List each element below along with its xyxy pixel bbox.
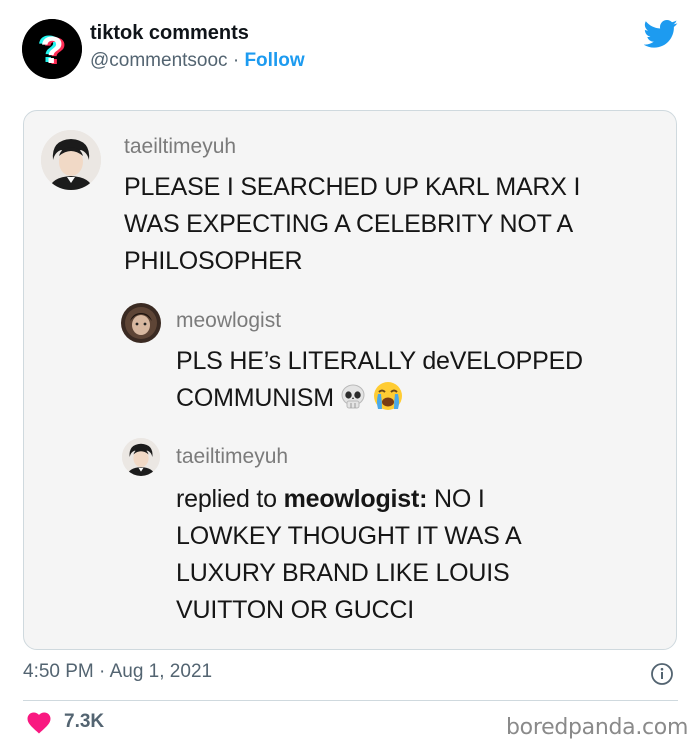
commenter-avatar (41, 130, 101, 190)
comment-line: WAS EXPECTING A CELEBRITY NOT A (124, 210, 574, 238)
tweet-timestamp[interactable]: 4:50 PM · Aug 1, 2021 (23, 661, 212, 683)
comment-line: NO I (434, 485, 485, 513)
tiktok-comments-image[interactable]: taeiltimeyuh PLEASE I SEARCHED UP KARL M… (23, 110, 677, 650)
comment-username: taeiltimeyuh (124, 135, 237, 158)
skull-emoji-icon (338, 382, 368, 423)
footer-divider (23, 700, 678, 701)
svg-text:?: ? (40, 30, 63, 72)
author-name[interactable]: tiktok comments (90, 22, 249, 45)
comment-line: VUITTON OR GUCCI (176, 596, 415, 624)
loudly-crying-emoji-icon (372, 380, 404, 423)
author-handle-row: @commentsooc · Follow (90, 50, 305, 72)
comment-text: replied to meowlogist: NO I LOWKEY THOUG… (176, 481, 522, 629)
tiktok-question-logo-icon[interactable]: ? ? ? (22, 19, 82, 79)
comment-line: LUXURY BRAND LIKE LOUIS (176, 559, 510, 587)
heart-icon[interactable] (27, 712, 51, 734)
tweet-card: ? ? ? tiktok comments @commentsooc · Fol… (0, 0, 700, 753)
reply-target: meowlogist: (283, 485, 428, 513)
comment-line: PLEASE I SEARCHED UP KARL MARX I (124, 173, 581, 201)
reply-prefix: replied to (176, 485, 277, 513)
comment-line: PHILOSOPHER (124, 247, 303, 275)
comment-line-with-emoji: COMMUNISM (176, 380, 583, 423)
follow-button[interactable]: Follow (244, 50, 304, 71)
comment-username: taeiltimeyuh (176, 445, 289, 468)
comment-username: meowlogist (176, 309, 282, 332)
comment-text: PLEASE I SEARCHED UP KARL MARX I WAS EXP… (124, 169, 580, 280)
commenter-avatar (122, 438, 160, 476)
author-handle[interactable]: @commentsooc (90, 50, 228, 71)
comment-line: COMMUNISM (176, 384, 334, 412)
twitter-bird-icon[interactable] (643, 19, 678, 49)
comment-reply-line: replied to meowlogist: NO I (176, 481, 521, 518)
comment-line: LOWKEY THOUGHT IT WAS A (176, 522, 522, 550)
like-count[interactable]: 7.3K (64, 711, 104, 733)
info-icon[interactable] (650, 662, 674, 686)
handle-separator: · (232, 50, 240, 71)
watermark: boredpanda.com (506, 715, 689, 740)
comment-line: PLS HE’s LITERALLY deVELOPPED (176, 347, 583, 375)
comment-text: PLS HE’s LITERALLY deVELOPPED COMMUNISM (176, 343, 583, 423)
commenter-avatar (121, 303, 161, 343)
